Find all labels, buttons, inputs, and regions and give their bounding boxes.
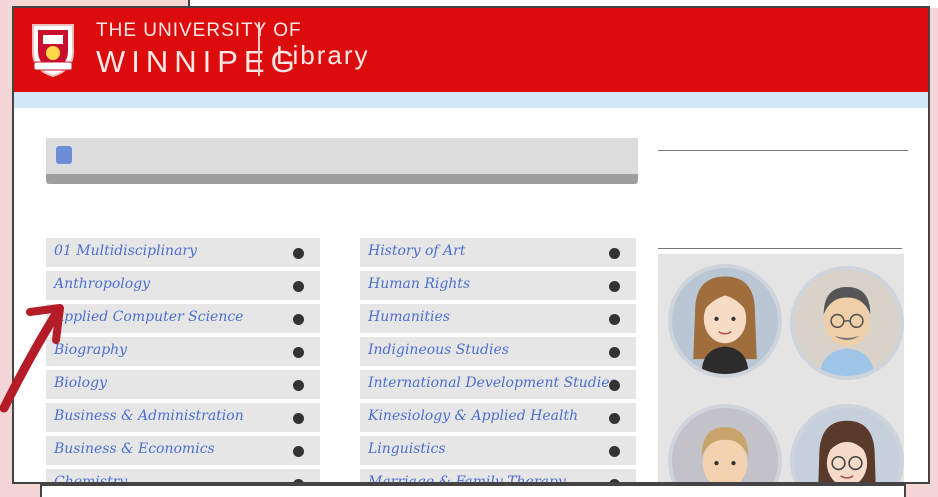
librarians-divider — [658, 248, 902, 249]
bullet-dot-icon — [609, 314, 620, 325]
subject-label: Human Rights — [368, 276, 471, 292]
bullet-dot-icon — [293, 380, 304, 391]
subject-item[interactable]: History of Art — [360, 238, 636, 267]
subject-item[interactable]: Human Rights — [360, 271, 636, 300]
subjects-column-left: 01 Multidisciplinary Anthropology Applie… — [46, 238, 320, 484]
breadcrumb-bar — [14, 92, 928, 108]
bullet-dot-icon — [293, 347, 304, 358]
subject-label: Indigineous Studies — [368, 342, 509, 358]
bullet-dot-icon — [609, 380, 620, 391]
librarian-avatar-icon — [672, 268, 778, 374]
bullet-dot-icon — [293, 248, 304, 259]
subject-label: Linguistics — [368, 441, 446, 457]
subject-item[interactable]: Anthropology — [46, 271, 320, 300]
subject-item[interactable]: 01 Multidisciplinary — [46, 238, 320, 267]
brand-line-winnipeg[interactable]: WINNIPEG — [96, 44, 301, 80]
subject-label: 01 Multidisciplinary — [54, 243, 198, 259]
subject-label: Business & Economics — [54, 441, 215, 457]
news-divider — [658, 150, 908, 151]
subject-label: Applied Computer Science — [54, 309, 244, 325]
site-header: THE UNIVERSITY OF WINNIPEG Library — [14, 8, 928, 92]
search-tab-active[interactable] — [56, 146, 72, 164]
search-box-bar[interactable] — [46, 174, 638, 184]
bullet-dot-icon — [609, 347, 620, 358]
subject-item[interactable]: International Development Studies — [360, 370, 636, 399]
university-crest-icon[interactable] — [30, 22, 76, 78]
librarian-avatar-2[interactable] — [790, 266, 904, 380]
brand-line-university-of: THE UNIVERSITY OF — [96, 20, 302, 41]
subject-item[interactable]: Marriage & Family Therapy — [360, 469, 636, 484]
subject-label: Anthropology — [54, 276, 151, 292]
subject-item[interactable]: Biology — [46, 370, 320, 399]
bullet-dot-icon — [293, 446, 304, 457]
subject-item[interactable]: Kinesiology & Applied Health — [360, 403, 636, 432]
subject-label: History of Art — [368, 243, 466, 259]
subject-label: Kinesiology & Applied Health — [368, 408, 579, 424]
librarian-avatar-3[interactable] — [668, 404, 782, 482]
bullet-dot-icon — [609, 248, 620, 259]
subject-item[interactable]: Applied Computer Science — [46, 304, 320, 333]
bullet-dot-icon — [609, 281, 620, 292]
subject-item[interactable]: Business & Economics — [46, 436, 320, 465]
subject-item[interactable]: Business & Administration — [46, 403, 320, 432]
brand-divider — [258, 22, 260, 76]
librarian-avatar-icon — [672, 408, 778, 482]
library-page: THE UNIVERSITY OF WINNIPEG Library 01 Mu… — [12, 6, 930, 484]
bullet-dot-icon — [293, 281, 304, 292]
subject-item[interactable]: Linguistics — [360, 436, 636, 465]
subject-label: Humanities — [368, 309, 450, 325]
bullet-dot-icon — [293, 413, 304, 424]
subject-label: International Development Studies — [368, 375, 617, 391]
search-panel — [46, 138, 638, 184]
brand-library[interactable]: Library — [276, 40, 369, 71]
bullet-dot-icon — [293, 314, 304, 325]
paper-front-sheet — [40, 484, 906, 497]
librarian-avatar-4[interactable] — [790, 404, 904, 482]
subject-label: Business & Administration — [54, 408, 244, 424]
subject-item[interactable]: Chemistry — [46, 469, 320, 484]
librarian-avatar-icon — [794, 408, 900, 482]
subjects-column-right: History of Art Human Rights Humanities I… — [360, 238, 636, 484]
subject-label: Marriage & Family Therapy — [368, 474, 566, 484]
subject-item[interactable]: Indigineous Studies — [360, 337, 636, 366]
librarian-avatar-1[interactable] — [668, 264, 782, 378]
librarian-avatar-icon — [794, 270, 900, 376]
bullet-dot-icon — [609, 446, 620, 457]
subject-item[interactable]: Humanities — [360, 304, 636, 333]
librarians-panel — [658, 254, 904, 482]
bullet-dot-icon — [609, 413, 620, 424]
hand-drawn-arrow-icon — [0, 304, 64, 413]
subject-label: Chemistry — [54, 474, 128, 484]
subject-item[interactable]: Biography — [46, 337, 320, 366]
